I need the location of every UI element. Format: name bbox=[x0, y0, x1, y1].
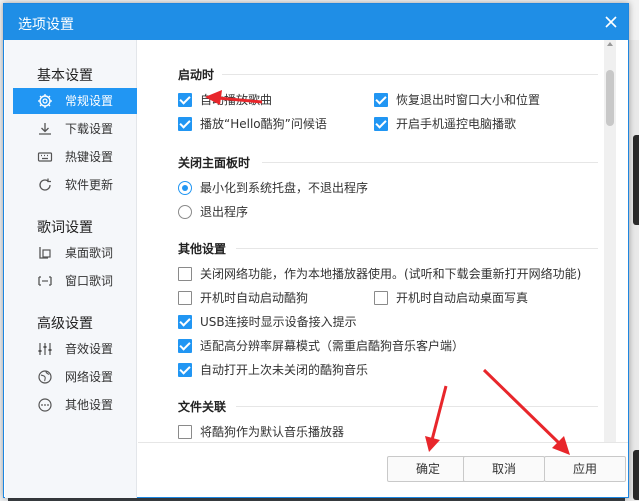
checkbox-disable-network[interactable]: 关闭网络功能，作为本地播放器使用。(试听和下载会重新打开网络功能) bbox=[178, 266, 581, 282]
sidebar-item-update[interactable]: 软件更新 bbox=[13, 172, 137, 198]
sidebar-item-label: 桌面歌词 bbox=[65, 246, 114, 260]
divider bbox=[236, 406, 598, 407]
checkbox-checked bbox=[178, 93, 192, 107]
option-label: USB连接时显示设备接入提示 bbox=[200, 315, 357, 329]
checkbox-autostart-kugou[interactable]: 开机时自动启动酷狗 bbox=[178, 290, 308, 306]
scrollbar-thumb[interactable] bbox=[606, 70, 614, 126]
desktop-lyrics-icon bbox=[37, 245, 53, 261]
download-icon bbox=[37, 121, 53, 137]
radio-minimize-to-tray[interactable]: 最小化到系统托盘，不退出程序 bbox=[178, 180, 368, 196]
checkbox-restore-window[interactable]: 恢复退出时窗口大小和位置 bbox=[374, 92, 540, 108]
sidebar-item-label: 其他设置 bbox=[65, 398, 114, 412]
sidebar: 基本设置 常规设置 下载设置 热键设置 软件更新 歌词设置 桌面歌词 窗口歌词 … bbox=[5, 40, 137, 498]
checkbox-checked bbox=[178, 117, 192, 131]
radio-unselected bbox=[178, 205, 192, 219]
apply-button[interactable]: 应用 bbox=[544, 456, 626, 482]
titlebar: 选项设置 bbox=[4, 4, 628, 40]
checkbox-checked bbox=[178, 315, 192, 329]
sidebar-item-label: 网络设置 bbox=[65, 370, 114, 384]
sidebar-item-general[interactable]: 常规设置 bbox=[13, 88, 137, 114]
sidebar-group-lyrics: 歌词设置 bbox=[37, 220, 93, 236]
checkbox-checked bbox=[178, 339, 192, 353]
checkbox-unchecked bbox=[178, 425, 192, 439]
option-label: 播放“Hello酷狗”问候语 bbox=[200, 117, 327, 131]
checkbox-phone-remote[interactable]: 开启手机遥控电脑播歌 bbox=[374, 116, 516, 132]
option-label: 退出程序 bbox=[200, 205, 249, 219]
more-icon bbox=[37, 397, 53, 413]
radio-exit-program[interactable]: 退出程序 bbox=[178, 204, 248, 220]
dialog-title: 选项设置 bbox=[18, 17, 74, 33]
sidebar-group-basic: 基本设置 bbox=[37, 68, 93, 84]
refresh-icon bbox=[37, 177, 53, 193]
radio-selected bbox=[178, 181, 192, 195]
footer-divider bbox=[138, 442, 628, 443]
sidebar-item-other[interactable]: 其他设置 bbox=[13, 392, 137, 418]
sidebar-item-sound-effects[interactable]: 音效设置 bbox=[13, 336, 137, 362]
cancel-button[interactable]: 取消 bbox=[463, 456, 545, 482]
vertical-scrollbar[interactable] bbox=[604, 40, 616, 442]
checkbox-checked bbox=[374, 93, 388, 107]
sidebar-item-label: 热键设置 bbox=[65, 150, 114, 164]
globe-icon bbox=[37, 369, 53, 385]
sidebar-item-label: 音效设置 bbox=[65, 342, 114, 356]
checkbox-hello-greeting[interactable]: 播放“Hello酷狗”问候语 bbox=[178, 116, 327, 132]
option-label: 将酷狗作为默认音乐播放器 bbox=[200, 425, 345, 439]
checkbox-unchecked bbox=[374, 291, 388, 305]
option-label: 开机时自动启动酷狗 bbox=[200, 291, 309, 305]
settings-content: 启动时 自动播放歌曲 恢复退出时窗口大小和位置 播放“Hello酷狗”问候语 开… bbox=[138, 40, 604, 442]
checkbox-reopen-last[interactable]: 自动打开上次未关闭的酷狗音乐 bbox=[178, 362, 368, 378]
checkbox-unchecked bbox=[178, 267, 192, 281]
section-title-file-assoc: 文件关联 bbox=[178, 400, 227, 414]
checkbox-high-dpi[interactable]: 适配高分辨率屏幕模式（需重启酷狗音乐客户端） bbox=[178, 338, 464, 354]
ok-button[interactable]: 确定 bbox=[387, 456, 469, 482]
divider bbox=[222, 74, 598, 75]
window-lyrics-icon bbox=[37, 273, 53, 289]
checkbox-checked bbox=[374, 117, 388, 131]
scroll-up-icon[interactable] bbox=[607, 42, 613, 46]
equalizer-icon bbox=[37, 341, 53, 357]
sidebar-item-window-lyrics[interactable]: 窗口歌词 bbox=[13, 268, 137, 294]
keyboard-icon bbox=[37, 149, 53, 165]
option-label: 开启手机遥控电脑播歌 bbox=[396, 117, 517, 131]
divider bbox=[236, 248, 598, 249]
option-label: 开机时自动启动桌面写真 bbox=[396, 291, 529, 305]
sidebar-item-label: 软件更新 bbox=[65, 178, 114, 192]
sidebar-item-label: 下载设置 bbox=[65, 122, 114, 136]
sidebar-item-desktop-lyrics[interactable]: 桌面歌词 bbox=[13, 240, 137, 266]
option-label: 最小化到系统托盘，不退出程序 bbox=[200, 181, 369, 195]
sidebar-item-label: 常规设置 bbox=[65, 94, 114, 108]
option-label: 恢复退出时窗口大小和位置 bbox=[396, 93, 541, 107]
close-icon[interactable] bbox=[602, 13, 620, 31]
sidebar-item-label: 窗口歌词 bbox=[65, 274, 114, 288]
checkbox-autostart-wallpaper[interactable]: 开机时自动启动桌面写真 bbox=[374, 290, 528, 306]
checkbox-usb-prompt[interactable]: USB连接时显示设备接入提示 bbox=[178, 314, 357, 330]
divider bbox=[262, 162, 598, 163]
section-title-close-panel: 关闭主面板时 bbox=[178, 156, 251, 170]
option-label: 自动打开上次未关闭的酷狗音乐 bbox=[200, 363, 369, 377]
checkbox-checked bbox=[178, 363, 192, 377]
section-title-other: 其他设置 bbox=[178, 242, 227, 256]
gear-icon bbox=[37, 93, 53, 109]
option-label: 适配高分辨率屏幕模式（需重启酷狗音乐客户端） bbox=[200, 339, 465, 353]
checkbox-auto-play[interactable]: 自动播放歌曲 bbox=[178, 92, 272, 108]
background-decoration bbox=[633, 450, 639, 500]
options-dialog: 选项设置 基本设置 常规设置 下载设置 热键设置 软件更新 歌词设置 桌面歌词 … bbox=[3, 3, 629, 498]
checkbox-unchecked bbox=[178, 291, 192, 305]
sidebar-item-hotkey[interactable]: 热键设置 bbox=[13, 144, 137, 170]
sidebar-item-download[interactable]: 下载设置 bbox=[13, 116, 137, 142]
option-label: 关闭网络功能，作为本地播放器使用。(试听和下载会重新打开网络功能) bbox=[200, 267, 582, 281]
option-label: 自动播放歌曲 bbox=[200, 93, 273, 107]
section-title-startup: 启动时 bbox=[178, 68, 215, 82]
sidebar-item-network[interactable]: 网络设置 bbox=[13, 364, 137, 390]
background-decoration bbox=[633, 135, 639, 225]
sidebar-group-advanced: 高级设置 bbox=[37, 316, 93, 332]
checkbox-default-player[interactable]: 将酷狗作为默认音乐播放器 bbox=[178, 424, 344, 440]
